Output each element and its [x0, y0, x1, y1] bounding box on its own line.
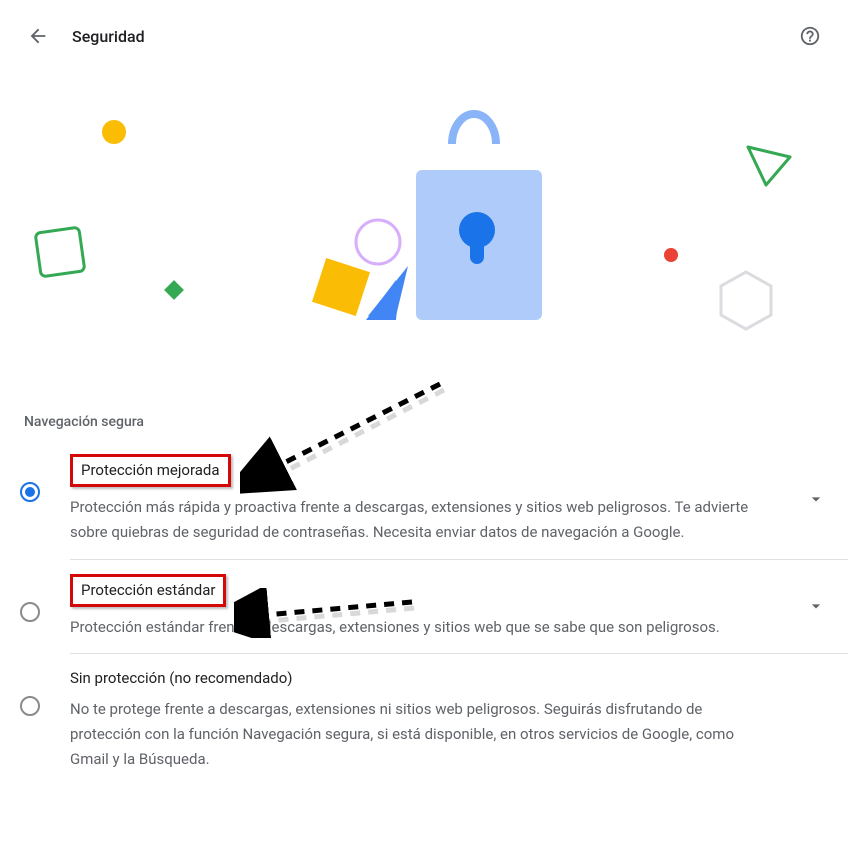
option-none[interactable]: Sin protección (no recomendado) No te pr… [0, 654, 848, 785]
option-enhanced-description: Protección más rápida y proactiva frente… [70, 495, 750, 545]
arrow-left-icon [27, 25, 49, 47]
help-button[interactable] [792, 18, 828, 54]
option-none-title: Sin protección (no recomendado) [70, 668, 293, 689]
option-none-description: No te protege frente a descargas, extens… [70, 697, 750, 771]
back-button[interactable] [20, 18, 56, 54]
chevron-down-icon [806, 489, 826, 509]
security-illustration [0, 72, 848, 356]
option-standard-description: Protección estándar frente a descargas, … [70, 615, 750, 640]
option-standard-title: Protección estándar [70, 574, 226, 607]
radio-standard[interactable] [20, 602, 40, 622]
header: Seguridad [0, 0, 848, 72]
option-enhanced[interactable]: Protección mejorada Protección más rápid… [0, 440, 848, 559]
option-none-body: Sin protección (no recomendado) No te pr… [40, 668, 828, 771]
option-enhanced-body: Protección mejorada Protección más rápid… [40, 454, 828, 545]
section-heading: Navegación segura [0, 356, 848, 440]
page-title: Seguridad [72, 27, 145, 46]
expand-standard-button[interactable] [800, 590, 832, 622]
option-standard[interactable]: Protección estándar Protección estándar … [0, 560, 848, 654]
radio-none[interactable] [20, 696, 40, 716]
hero-illustration [0, 72, 848, 356]
help-circle-icon [799, 25, 821, 47]
chevron-down-icon [806, 596, 826, 616]
option-enhanced-title: Protección mejorada [70, 454, 231, 487]
option-standard-body: Protección estándar Protección estándar … [40, 574, 828, 640]
radio-enhanced[interactable] [20, 482, 40, 502]
expand-enhanced-button[interactable] [800, 483, 832, 515]
